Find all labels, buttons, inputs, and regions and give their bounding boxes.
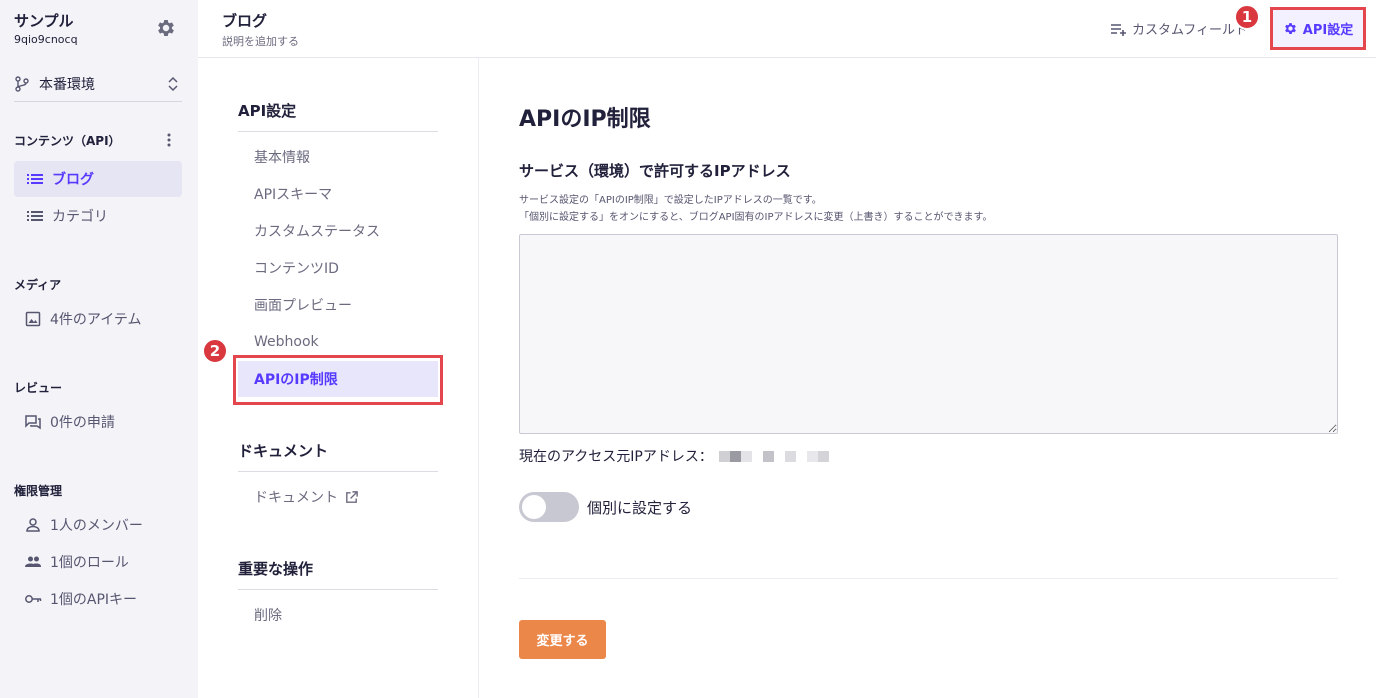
section-title-review: レビュー [14,381,63,395]
field-label: サービス（環境）で許可するIPアドレス [519,162,791,180]
playlist-add-icon [1111,23,1126,36]
branch-icon [15,75,29,92]
page-title: ブログ [222,12,268,30]
menu-item-delete[interactable]: 削除 [238,597,438,633]
list-icon [27,211,43,221]
settings-menu: API設定 基本情報 APIスキーマ カスタムステータス コンテンツID 画面プ… [198,58,479,698]
custom-fields-label: カスタムフィールド [1132,23,1245,38]
menu-item-custom-status[interactable]: カスタムステータス [238,213,438,249]
sidebar-item-label: ブログ [52,172,94,188]
step-badge-2: 2 [202,338,228,364]
sidebar-item-label: 1個のAPIキー [50,592,138,608]
menu-item-basic-info[interactable]: 基本情報 [238,139,438,175]
menu-item-api-schema[interactable]: APIスキーマ [238,176,438,212]
current-ip-row: 現在のアクセス元IPアドレス： [519,446,829,466]
menu-heading-danger: 重要な操作 [238,558,438,590]
field-description-line: 「個別に設定する」をオンにすると、ブログAPI固有のIPアドレスに変更（上書き）… [519,212,993,223]
environment-label: 本番環境 [39,76,95,93]
sidebar-item-label: 1人のメンバー [50,518,143,534]
toggle-label: 個別に設定する [587,499,693,517]
menu-item-content-id[interactable]: コンテンツID [238,250,438,286]
menu-heading-api: API設定 [238,100,438,132]
section-title-permissions: 権限管理 [14,484,63,498]
key-icon [25,595,42,603]
sidebar-item-media[interactable]: 4件のアイテム [14,301,182,337]
people-icon [25,556,41,567]
list-icon [27,174,43,184]
sidebar-item-api-keys[interactable]: 1個のAPIキー [14,581,182,617]
main-title: APIのIP制限 [519,107,651,132]
masked-ip-address [718,450,829,462]
custom-fields-button[interactable]: カスタムフィールド [1110,19,1245,38]
image-icon [25,311,41,327]
current-ip-label: 現在のアクセス元IPアドレス： [519,449,713,465]
sidebar-item-members[interactable]: 1人のメンバー [14,507,182,543]
individual-setting-toggle[interactable] [519,492,579,522]
toggle-knob [522,495,546,519]
sidebar: サンプル 9qio9cnocq 本番環境 コンテンツ（API） ブログ カテゴリ… [0,0,198,698]
api-settings-label: API設定 [1302,23,1354,38]
add-description-link[interactable]: 説明を追加する [222,33,299,49]
sidebar-item-category[interactable]: カテゴリ [14,198,182,234]
field-description-line: サービス設定の「APIのIP制限」で設定したIPアドレスの一覧です。 [519,195,822,206]
sidebar-item-label: カテゴリ [52,209,108,225]
environment-selector[interactable]: 本番環境 [14,66,182,102]
sidebar-item-blog[interactable]: ブログ [14,161,182,197]
service-name[interactable]: サンプル [14,10,74,31]
menu-item-docs-label: ドキュメント [254,490,338,506]
chat-icon [25,415,41,430]
ip-address-textarea[interactable] [519,234,1338,434]
step-badge-1: 1 [1234,4,1260,30]
menu-item-docs[interactable]: ドキュメント [238,479,438,515]
menu-heading-docs: ドキュメント [238,440,438,472]
sidebar-item-label: 4件のアイテム [50,312,142,328]
person-icon [26,518,40,532]
external-link-icon [346,490,358,503]
service-id: 9qio9cnocq [14,33,78,46]
gear-icon[interactable] [155,17,177,39]
section-title-contents: コンテンツ（API） [14,134,121,148]
kebab-menu-icon[interactable] [163,132,175,148]
sidebar-item-roles[interactable]: 1個のロール [14,544,182,580]
gear-icon [1284,23,1296,34]
sidebar-item-label: 1個のロール [50,555,129,571]
submit-button[interactable]: 変更する [519,620,606,659]
sidebar-item-review[interactable]: 0件の申請 [14,404,182,440]
sidebar-item-label: 0件の申請 [50,415,115,431]
menu-item-preview[interactable]: 画面プレビュー [238,287,438,323]
field-description: サービス設定の「APIのIP制限」で設定したIPアドレスの一覧です。 「個別に設… [519,192,993,226]
section-title-media: メディア [14,278,62,292]
chevron-updown-icon [168,76,178,92]
page-header: ブログ 説明を追加する カスタムフィールド API設定 [198,0,1376,58]
divider [519,578,1338,579]
highlight-box [233,355,443,405]
api-settings-button[interactable]: API設定 [1270,7,1366,50]
